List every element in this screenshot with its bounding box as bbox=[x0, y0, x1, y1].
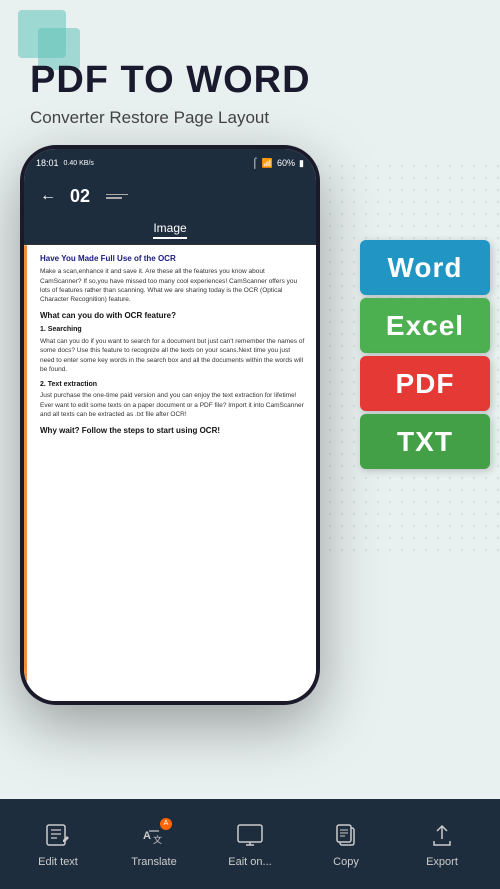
phone-mockup: 18:01 0.40 KB/s ⌠ 📶 60% ▮ ← 02 bbox=[20, 145, 320, 705]
toolbar-copy[interactable]: Copy bbox=[298, 821, 394, 868]
monitor-icon bbox=[235, 821, 265, 851]
copy-icon bbox=[331, 821, 361, 851]
battery-level: 60% bbox=[277, 158, 295, 168]
phone-nav-bar: ← 02 bbox=[24, 177, 316, 215]
toolbar-edit-text[interactable]: Edit text bbox=[10, 821, 106, 868]
translate-label: Translate bbox=[131, 856, 176, 868]
format-excel-label: Excel bbox=[386, 310, 464, 342]
status-bar: 18:01 0.40 KB/s ⌠ 📶 60% ▮ bbox=[24, 149, 316, 177]
toolbar-edit-on[interactable]: Eait on... bbox=[202, 821, 298, 868]
wifi-icon: 📶 bbox=[262, 158, 273, 169]
main-title: PDF TO WORD bbox=[30, 60, 470, 102]
format-buttons-group: Word Excel PDF TXT bbox=[360, 240, 490, 469]
format-word-button[interactable]: Word bbox=[360, 240, 490, 295]
battery-icon: ▮ bbox=[299, 158, 304, 169]
phone-tabs: Image bbox=[24, 215, 316, 245]
edit-on-label: Eait on... bbox=[228, 856, 271, 868]
doc-body-1: Make a scan,enhance it and save it. Are … bbox=[40, 267, 306, 305]
translate-badge: A bbox=[160, 818, 172, 830]
doc-body-3: Just purchase the one-time paid version … bbox=[40, 391, 306, 419]
document-content: Have You Made Full Use of the OCR Make a… bbox=[24, 245, 316, 701]
format-txt-label: TXT bbox=[397, 426, 453, 458]
translate-icon: A 文 A bbox=[139, 821, 169, 851]
tab-image[interactable]: Image bbox=[153, 221, 186, 239]
copy-label: Copy bbox=[333, 856, 359, 868]
toolbar-export[interactable]: Export bbox=[394, 821, 490, 868]
svg-text:A: A bbox=[143, 830, 151, 842]
bluetooth-icon: ⌠ bbox=[252, 158, 258, 169]
header-section: PDF TO WORD Converter Restore Page Layou… bbox=[30, 60, 470, 128]
subtitle: Converter Restore Page Layout bbox=[30, 108, 470, 128]
edit-text-label: Edit text bbox=[38, 856, 78, 868]
svg-text:文: 文 bbox=[153, 834, 162, 845]
format-pdf-button[interactable]: PDF bbox=[360, 356, 490, 411]
status-right: ⌠ 📶 60% ▮ bbox=[252, 158, 304, 169]
doc-heading: Have You Made Full Use of the OCR bbox=[40, 253, 306, 264]
status-left: 18:01 0.40 KB/s bbox=[36, 158, 94, 168]
doc-body-2: What can you do if you want to search fo… bbox=[40, 337, 306, 375]
format-pdf-label: PDF bbox=[396, 368, 455, 400]
status-time: 18:01 bbox=[36, 158, 59, 168]
format-excel-button[interactable]: Excel bbox=[360, 298, 490, 353]
export-icon bbox=[427, 821, 457, 851]
format-word-label: Word bbox=[387, 252, 462, 284]
toolbar-translate[interactable]: A 文 A Translate bbox=[106, 821, 202, 868]
doc-subheading-2: Why wait? Follow the steps to start usin… bbox=[40, 425, 306, 436]
back-button[interactable]: ← bbox=[40, 187, 56, 205]
doc-numbered-1: 1. Searching bbox=[40, 325, 306, 335]
status-speed: 0.40 KB/s bbox=[64, 160, 94, 167]
format-txt-button[interactable]: TXT bbox=[360, 414, 490, 469]
export-label: Export bbox=[426, 856, 458, 868]
doc-numbered-2: 2. Text extraction bbox=[40, 380, 306, 390]
phone-inner: 18:01 0.40 KB/s ⌠ 📶 60% ▮ ← 02 bbox=[24, 149, 316, 701]
edit-text-icon bbox=[43, 821, 73, 851]
bottom-toolbar: Edit text A 文 A Translate Eait on... bbox=[0, 799, 500, 889]
doc-subheading-1: What can you do with OCR feature? bbox=[40, 310, 306, 321]
phone-outer: 18:01 0.40 KB/s ⌠ 📶 60% ▮ ← 02 bbox=[20, 145, 320, 705]
page-number: 02 bbox=[70, 186, 90, 207]
